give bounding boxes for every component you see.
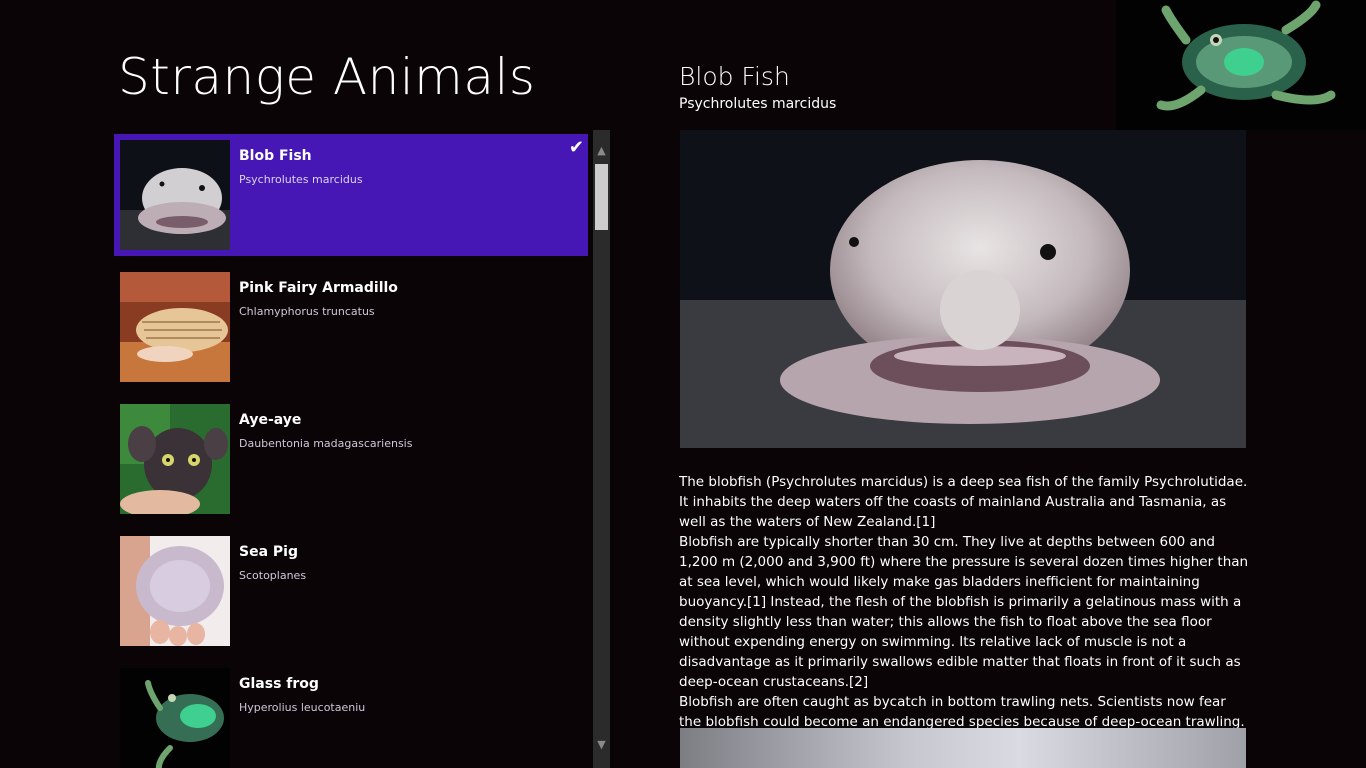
list-scrollbar[interactable]: ▲ ▼ [593, 130, 610, 768]
blobfish-thumbnail-icon [120, 140, 230, 250]
glass-frog-logo-icon [1116, 0, 1366, 130]
item-title: Aye-aye [239, 412, 302, 428]
item-title: Sea Pig [239, 544, 298, 560]
item-title: Blob Fish [239, 148, 312, 164]
sea-pig-thumbnail-icon [120, 536, 230, 646]
item-subtitle: Chlamyphorus truncatus [239, 305, 375, 318]
item-subtitle: Hyperolius leucotaeniu [239, 701, 366, 714]
scroll-thumb[interactable] [595, 164, 608, 230]
item-subtitle: Daubentonia madagascariensis [239, 437, 413, 450]
list-item-blob-fish[interactable]: Blob Fish Psychrolutes marcidus ✔ [114, 134, 588, 256]
list-item-aye-aye[interactable]: Aye-aye Daubentonia madagascariensis [114, 398, 588, 520]
scroll-up-icon[interactable]: ▲ [593, 142, 610, 159]
aye-aye-thumbnail-icon [120, 404, 230, 514]
detail-subtitle: Psychrolutes marcidus [679, 96, 837, 112]
detail-title: Blob Fish [679, 62, 790, 91]
app-window: Strange Animals Blob Fish Psychrolutes m… [0, 0, 1366, 768]
detail-description: The blobfish (Psychrolutes marcidus) is … [679, 472, 1251, 732]
list-item-glass-frog[interactable]: Glass frog Hyperolius leucotaeniu [114, 662, 588, 768]
page-title: Strange Animals [118, 48, 536, 106]
item-subtitle: Scotoplanes [239, 569, 307, 582]
blobfish-photo-icon [680, 130, 1246, 448]
description-paragraph: The blobfish (Psychrolutes marcidus) is … [679, 474, 1248, 530]
list-item-pink-fairy-armadillo[interactable]: Pink Fairy Armadillo Chlamyphorus trunca… [114, 266, 588, 388]
secondary-photo-icon [680, 728, 1246, 768]
checkmark-icon: ✔ [568, 137, 584, 158]
item-subtitle: Psychrolutes marcidus [239, 173, 363, 186]
list-item-sea-pig[interactable]: Sea Pig Scotoplanes [114, 530, 588, 652]
animal-list[interactable]: Blob Fish Psychrolutes marcidus ✔ Pink F… [114, 130, 594, 768]
description-paragraph: Blobfish are typically shorter than 30 c… [679, 534, 1249, 690]
item-title: Glass frog [239, 676, 319, 692]
armadillo-thumbnail-icon [120, 272, 230, 382]
scroll-down-icon[interactable]: ▼ [593, 736, 610, 753]
description-paragraph: Blobfish are often caught as bycatch in … [679, 694, 1245, 730]
glass-frog-thumbnail-icon [120, 668, 230, 768]
item-title: Pink Fairy Armadillo [239, 280, 398, 296]
